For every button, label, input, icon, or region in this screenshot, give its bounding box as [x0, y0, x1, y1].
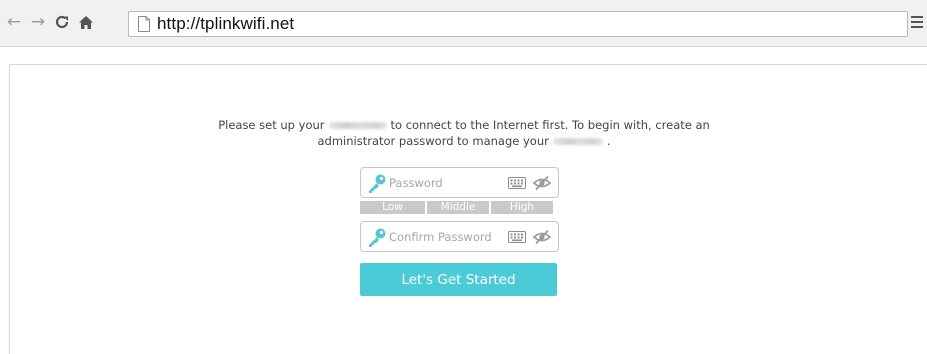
address-bar[interactable]: http://tplinkwifi.net: [128, 11, 908, 37]
back-icon[interactable]: ←: [4, 11, 24, 33]
intro-text: Please set up your to connect to the Inte…: [10, 117, 918, 149]
password-field[interactable]: [360, 167, 559, 198]
intro-line-1: Please set up your to connect to the Inte…: [218, 118, 710, 132]
redacted-model-name: [328, 122, 387, 129]
confirm-password-field[interactable]: [360, 221, 559, 252]
menu-icon[interactable]: [911, 14, 923, 32]
strength-middle: Middle: [427, 201, 489, 214]
reload-icon-glyph: [55, 15, 69, 29]
url-text: http://tplinkwifi.net: [157, 14, 295, 33]
password-strength-meter: Low Middle High: [360, 201, 553, 214]
password-input[interactable]: [389, 174, 511, 192]
page-icon: [138, 16, 150, 32]
setup-panel: Please set up your to connect to the Inte…: [9, 64, 927, 354]
eye-off-icon[interactable]: [533, 229, 551, 245]
lets-get-started-button[interactable]: Let's Get Started: [360, 263, 557, 296]
key-icon: [369, 228, 386, 247]
confirm-password-input[interactable]: [389, 228, 511, 246]
toolbar-divider: [0, 46, 927, 47]
keyboard-icon[interactable]: [508, 177, 526, 189]
forward-icon[interactable]: →: [28, 11, 48, 33]
redacted-model-name: [552, 138, 603, 145]
home-icon[interactable]: [76, 11, 96, 33]
key-icon: [369, 174, 386, 193]
browser-toolbar: ← → http://tplinkwifi.net: [0, 0, 927, 46]
eye-off-icon[interactable]: [533, 175, 551, 191]
reload-icon[interactable]: [52, 11, 72, 33]
keyboard-icon[interactable]: [508, 231, 526, 243]
strength-high: High: [491, 201, 553, 214]
intro-line-2: administrator password to manage your.: [317, 134, 611, 148]
strength-low: Low: [360, 201, 425, 214]
home-icon-glyph: [79, 15, 93, 29]
